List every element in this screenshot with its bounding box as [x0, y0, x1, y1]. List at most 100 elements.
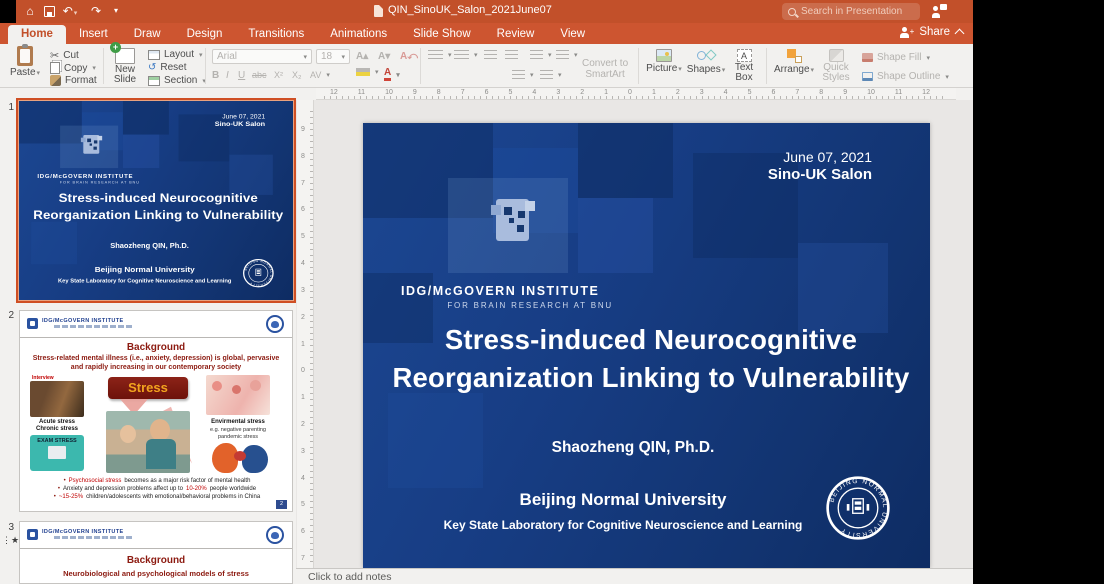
ruler-number: 4 [724, 89, 728, 96]
undo-icon[interactable]: ↶▾ [62, 3, 78, 22]
shape-fill-button[interactable]: Shape Fill▾ [862, 52, 930, 63]
slide3-thumbnail[interactable]: IDG/McGOVERN INSTITUTE Background Neurob… [19, 521, 293, 584]
increase-indent-button[interactable] [505, 50, 518, 60]
ruler-number: 4 [301, 475, 305, 482]
slide2-title: Background [20, 342, 292, 353]
search-input[interactable] [801, 6, 914, 17]
shrink-font-button[interactable]: A▾ [378, 51, 390, 62]
horizontal-ruler: 1211109876543210123456789101112 [316, 88, 956, 100]
presenter-icon[interactable] [932, 4, 947, 18]
customize-toolbar-icon[interactable]: ▾ [108, 3, 124, 19]
ruler-number: 9 [301, 126, 305, 133]
notes-bar[interactable]: Click to add notes [296, 568, 973, 584]
ruler-number: 10 [867, 89, 875, 96]
superscript-button[interactable]: X² [274, 70, 283, 80]
video-call-panel [973, 0, 1104, 584]
decrease-indent-button[interactable] [484, 50, 497, 60]
tab-review[interactable]: Review [484, 25, 548, 44]
acute-stress-image [30, 381, 84, 417]
text-box-button[interactable]: A TextBox [728, 46, 760, 83]
clear-formatting-button[interactable]: A⤺ [400, 51, 418, 62]
format-painter-button[interactable]: Format [50, 75, 97, 86]
align-text-button[interactable]: ▾ [540, 70, 562, 80]
document-icon [374, 5, 383, 17]
shape-outline-button[interactable]: Shape Outline▾ [862, 71, 949, 82]
ruler-number: 12 [330, 89, 338, 96]
slide-event: Sino-UK Salon [768, 166, 872, 184]
slide-date-block[interactable]: June 07, 2021 Sino-UK Salon [768, 148, 872, 184]
tab-view[interactable]: View [547, 25, 598, 44]
ruler-number: 5 [301, 501, 305, 508]
main-slide[interactable]: June 07, 2021 Sino-UK Salon IDG/McGOVERN… [363, 123, 930, 568]
titlebar: ⌂ ↶▾ ↷ ▾ QIN_SinoUK_Salon_2021June07 [0, 0, 973, 23]
layout-button[interactable]: Layout▾ [148, 49, 203, 60]
columns-icon [556, 50, 569, 60]
highlight-color-button[interactable]: ▾ [356, 68, 379, 76]
grow-font-button[interactable]: A▴ [356, 51, 368, 62]
environment-stress-image [206, 375, 270, 415]
underline-button[interactable]: U [238, 70, 245, 81]
arrange-button[interactable]: Arrange▾ [773, 46, 815, 75]
slide2-header: IDG/McGOVERN INSTITUTE [20, 311, 292, 338]
numbering-button[interactable]: ▾ [454, 50, 478, 60]
subscript-button[interactable]: X₂ [292, 70, 302, 80]
tab-draw[interactable]: Draw [121, 25, 174, 44]
exam-stress-image: EXAM STRESS [30, 435, 84, 471]
ruler-number: 2 [301, 314, 305, 321]
slide2-subtitle1: Stress-related mental illness (i.e., anx… [20, 355, 292, 362]
institute-name[interactable]: IDG/McGOVERN INSTITUTE [401, 284, 631, 298]
new-slide-button[interactable]: NewSlide [108, 46, 142, 85]
bold-button[interactable]: B [212, 70, 219, 81]
paste-button[interactable]: Paste▾ [8, 46, 42, 78]
copy-button[interactable]: Copy▾ [50, 62, 96, 74]
ruler-number: 3 [301, 448, 305, 455]
font-color-button[interactable]: A▾ [384, 68, 400, 81]
slide-affiliation[interactable]: Beijing Normal University [363, 490, 883, 510]
columns-button[interactable]: ▾ [556, 50, 578, 60]
shapes-button[interactable]: Shapes▾ [686, 46, 726, 75]
convert-smartart-button[interactable]: Convert toSmartArt [582, 58, 628, 80]
tab-home[interactable]: Home [8, 25, 66, 44]
reset-button[interactable]: ↺Reset [148, 62, 187, 73]
collapse-ribbon-icon[interactable] [955, 29, 965, 39]
tab-slide-show[interactable]: Slide Show [400, 25, 484, 44]
italic-button[interactable]: I [226, 70, 229, 81]
share-button[interactable]: + Share [900, 26, 963, 38]
notes-placeholder: Click to add notes [308, 571, 391, 583]
redo-icon[interactable]: ↷ [88, 3, 104, 19]
numbering-icon [454, 50, 469, 60]
ribbon: Paste▾ ✂Cut Copy▾ Format NewSlide Layout… [0, 44, 973, 88]
font-name-select[interactable]: Arial▾ [212, 49, 312, 64]
slide3-title: Background [20, 555, 292, 566]
section-button[interactable]: Section▾ [148, 75, 206, 86]
ruler-number: 1 [652, 89, 656, 96]
text-direction-button[interactable]: ▾ [512, 70, 534, 80]
line-spacing-button[interactable]: ▾ [530, 50, 552, 60]
h-ruler-numbers: 1211109876543210123456789101112 [330, 89, 930, 96]
font-size-select[interactable]: 18▾ [316, 49, 350, 64]
bullets-button[interactable]: ▾ [428, 50, 452, 60]
slide-author[interactable]: Shaozheng QIN, Ph.D. [363, 439, 903, 457]
ruler-number: 9 [413, 89, 417, 96]
slide1-thumb-artwork: June 07, 2021Sino-UK Salon IDG/McGOVERN … [19, 101, 293, 300]
home-window-icon[interactable]: ⌂ [22, 3, 38, 19]
ruler-number: 1 [604, 89, 608, 96]
character-spacing-button[interactable]: AV▾ [310, 70, 330, 80]
ruler-number: 3 [301, 287, 305, 294]
layout-icon [148, 50, 160, 60]
strikethrough-button[interactable]: abc [252, 70, 267, 80]
ruler-number: 1 [301, 394, 305, 401]
tab-transitions[interactable]: Transitions [235, 25, 317, 44]
mini-institute-text: IDG/McGOVERN INSTITUTE [42, 529, 124, 535]
ruler-number: 8 [301, 153, 305, 160]
save-icon[interactable] [44, 6, 55, 17]
cut-button[interactable]: ✂Cut [50, 49, 79, 62]
tab-design[interactable]: Design [174, 25, 236, 44]
slide1-thumbnail[interactable]: June 07, 2021Sino-UK Salon IDG/McGOVERN … [19, 101, 293, 300]
picture-button[interactable]: Picture▾ [645, 46, 683, 74]
quick-styles-button[interactable]: QuickStyles [818, 46, 854, 83]
slide2-thumbnail[interactable]: IDG/McGOVERN INSTITUTE Background Stress… [19, 310, 293, 512]
tab-animations[interactable]: Animations [317, 25, 400, 44]
search-box[interactable] [782, 3, 920, 20]
slide-title[interactable]: Stress-induced Neurocognitive Reorganiza… [377, 321, 925, 397]
